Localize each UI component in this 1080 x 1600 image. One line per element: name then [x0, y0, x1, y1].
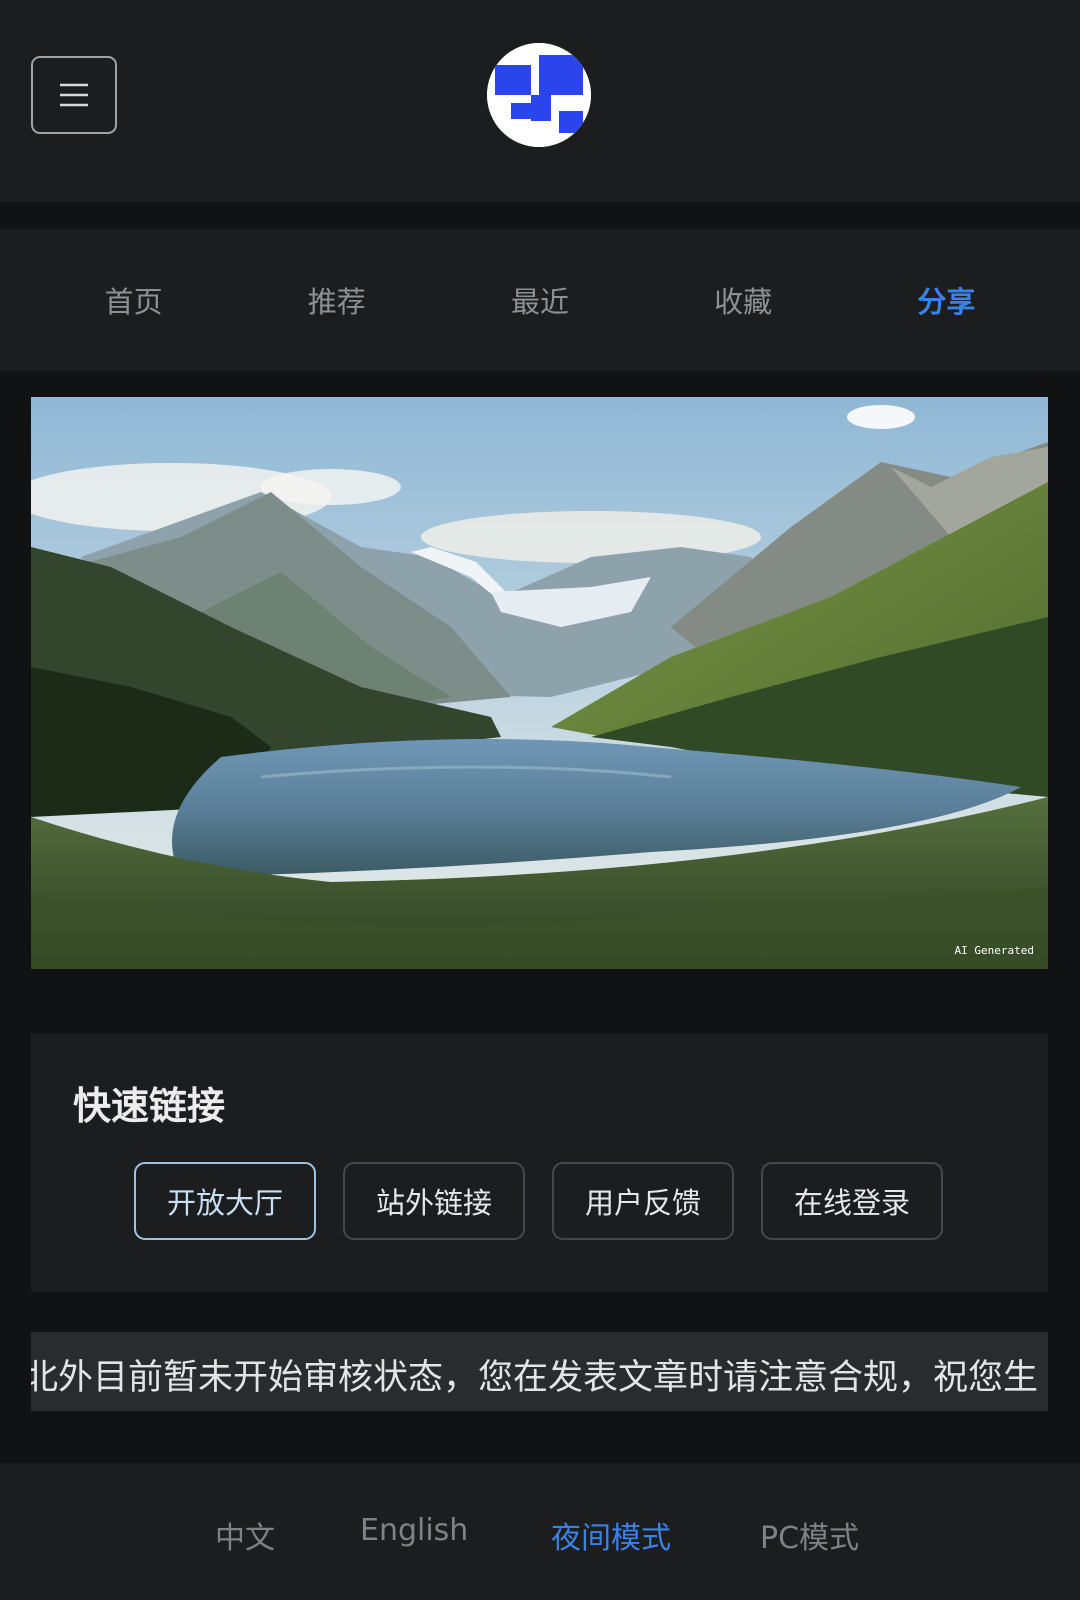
site-logo[interactable] — [487, 43, 591, 147]
open-hall-button[interactable]: 开放大厅 — [134, 1162, 316, 1240]
menu-button[interactable] — [31, 56, 117, 134]
hero-banner-image[interactable]: AI Generated — [31, 397, 1048, 969]
external-links-button[interactable]: 站外链接 — [343, 1162, 525, 1240]
notice-marquee: 北外目前暂未开始审核状态，您在发表文章时请注意合规，祝您生 — [31, 1332, 1048, 1411]
language-chinese-link[interactable]: 中文 — [215, 1513, 275, 1557]
ai-generated-watermark: AI Generated — [954, 944, 1034, 957]
notice-text: 北外目前暂未开始审核状态，您在发表文章时请注意合规，祝您生 — [31, 1358, 1039, 1398]
nav-tabs: 首页 推荐 最近 收藏 分享 — [0, 229, 1080, 371]
tab-recent[interactable]: 最近 — [480, 279, 600, 321]
tab-recommended[interactable]: 推荐 — [277, 279, 397, 321]
app-header — [0, 0, 1080, 202]
pc-mode-link[interactable]: PC模式 — [760, 1513, 859, 1557]
tab-home[interactable]: 首页 — [74, 279, 194, 321]
tab-favorites[interactable]: 收藏 — [683, 279, 803, 321]
user-feedback-button[interactable]: 用户反馈 — [552, 1162, 734, 1240]
language-english-link[interactable]: English — [360, 1513, 468, 1548]
hamburger-menu-icon — [60, 83, 88, 107]
tab-share[interactable]: 分享 — [886, 279, 1006, 321]
quick-links-row: 开放大厅 站外链接 用户反馈 在线登录 — [134, 1162, 943, 1240]
mountain-lake-landscape — [31, 397, 1048, 969]
online-login-button[interactable]: 在线登录 — [761, 1162, 943, 1240]
footer-bar: 中文 English 夜间模式 PC模式 — [0, 1463, 1080, 1600]
logo-icon — [487, 43, 591, 147]
quick-links-title: 快速链接 — [73, 1084, 226, 1128]
quick-links-card: 快速链接 开放大厅 站外链接 用户反馈 在线登录 — [31, 1033, 1048, 1292]
night-mode-link[interactable]: 夜间模式 — [551, 1513, 671, 1557]
